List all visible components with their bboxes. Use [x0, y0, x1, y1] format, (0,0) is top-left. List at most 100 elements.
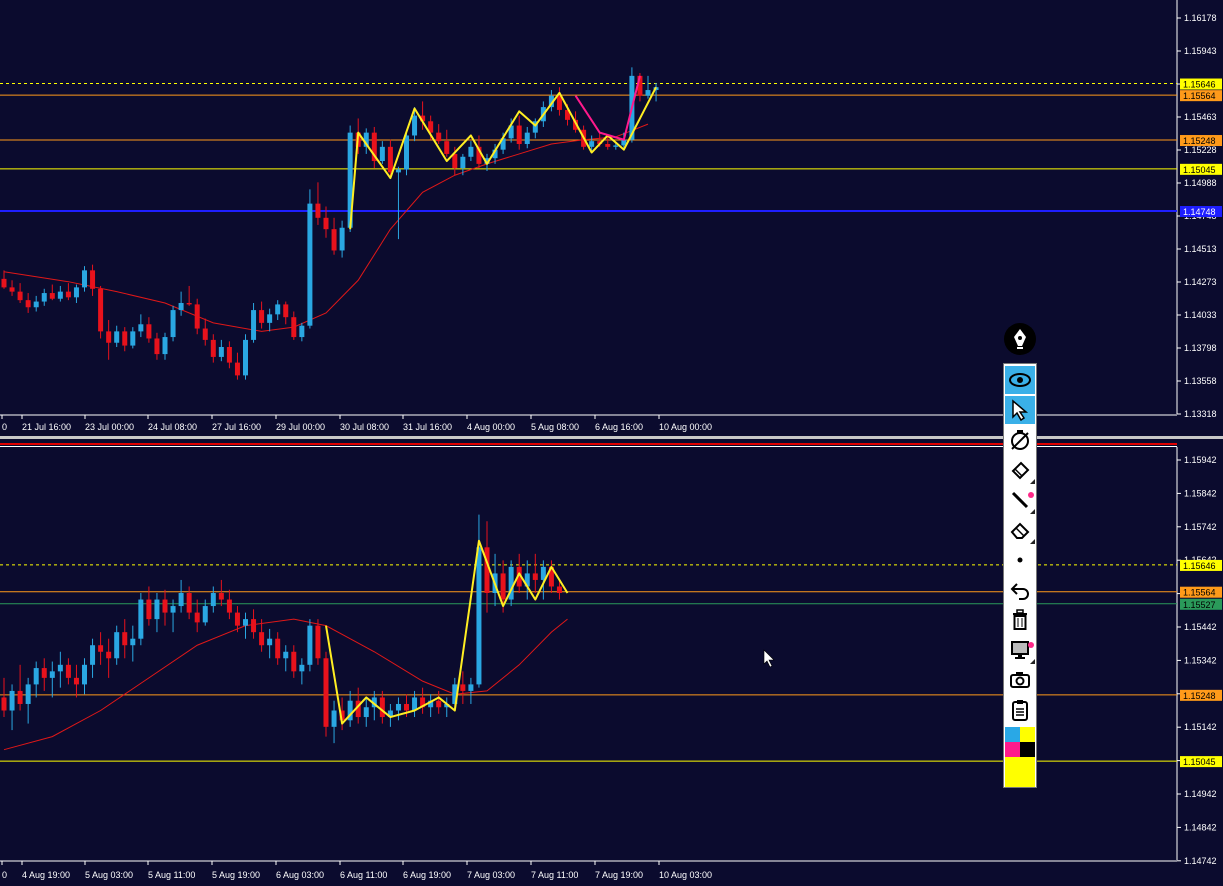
x-tick-label: 6 Aug 11:00 — [340, 870, 387, 880]
x-tick-label: 7 Aug 19:00 — [595, 870, 643, 880]
panel-separator — [0, 436, 1223, 439]
zigzag-line — [349, 86, 657, 230]
candle-body — [283, 304, 289, 318]
candle-body — [41, 293, 47, 302]
candle-body — [25, 300, 31, 308]
candle-body — [138, 324, 144, 332]
y-tick-label: 1.14513 — [1184, 244, 1217, 254]
x-tick-label: 29 Jul 00:00 — [276, 422, 325, 432]
candle-body — [307, 203, 313, 326]
candle-body — [251, 619, 257, 633]
cursor-button[interactable] — [1005, 396, 1035, 424]
candle-body — [605, 143, 611, 147]
submenu-corner-icon — [1030, 509, 1035, 514]
price-label: 1.15564 — [1183, 91, 1216, 101]
candle-body — [41, 668, 47, 678]
candle-body — [524, 132, 530, 144]
eraser-tag-icon — [1009, 459, 1031, 481]
undo-button[interactable] — [1005, 576, 1035, 604]
candle-body — [307, 625, 313, 665]
clipboard-button[interactable] — [1005, 696, 1035, 724]
charts-canvas: 1.161781.159431.157031.154631.152281.149… — [0, 0, 1223, 880]
candle-body — [57, 291, 63, 299]
candle-body — [468, 146, 474, 157]
candle-body — [210, 339, 216, 357]
candle-body — [234, 362, 240, 376]
candle-body — [178, 302, 184, 311]
color-swatch[interactable] — [1005, 727, 1020, 742]
candle-body — [331, 229, 337, 251]
eraser-tag-button[interactable] — [1005, 456, 1035, 484]
candle-body — [460, 156, 466, 169]
price-label: 1.15646 — [1183, 561, 1216, 571]
candle-body — [259, 310, 265, 323]
candle-body — [98, 288, 104, 332]
candle-body — [82, 664, 87, 685]
toolbar-panel — [1003, 363, 1037, 788]
x-tick-label: 10 Aug 03:00 — [659, 870, 712, 880]
candle-body — [178, 593, 184, 607]
candle-body — [395, 169, 401, 173]
candle-body — [468, 684, 474, 691]
color-swatch[interactable] — [1020, 727, 1035, 742]
candle-body — [299, 325, 305, 338]
candle-body — [25, 684, 31, 704]
monitor-button[interactable] — [1005, 636, 1035, 664]
candle-body — [57, 664, 63, 672]
y-tick-label: 1.15943 — [1184, 46, 1217, 56]
candle-body — [73, 287, 79, 298]
y-tick-label: 1.14988 — [1184, 178, 1217, 188]
cursor-icon — [1010, 399, 1030, 421]
y-tick-label: 1.13558 — [1184, 376, 1217, 386]
candle-body — [323, 217, 329, 230]
candle-body — [33, 668, 39, 685]
candle-body — [267, 314, 273, 323]
submenu-corner-icon — [1030, 659, 1035, 664]
candle-body — [404, 135, 409, 170]
candle-body — [589, 141, 595, 147]
candle-body — [17, 291, 23, 301]
y-tick-label: 1.15842 — [1184, 488, 1217, 498]
price-label: 1.15248 — [1183, 136, 1216, 146]
x-tick-label: 31 Jul 16:00 — [403, 422, 452, 432]
candle-body — [315, 625, 321, 659]
candle-body — [162, 337, 168, 355]
candle-body — [532, 573, 538, 580]
dot-button[interactable] — [1005, 546, 1035, 574]
color-swatch[interactable] — [1020, 742, 1035, 757]
candle-body — [186, 593, 192, 613]
candle-body — [49, 671, 55, 678]
eraser-button[interactable] — [1005, 516, 1035, 544]
price-label: 1.15527 — [1183, 600, 1216, 610]
submenu-corner-icon — [1030, 539, 1035, 544]
candle-body — [299, 664, 305, 672]
candle-body — [154, 338, 160, 355]
candle-body — [65, 664, 71, 678]
candle-body — [395, 703, 401, 711]
x-tick-label: 5 Aug 08:00 — [531, 422, 579, 432]
camera-button[interactable] — [1005, 666, 1035, 694]
color-swatch[interactable] — [1005, 757, 1035, 787]
candle-body — [234, 612, 240, 626]
x-tick-label: 10 Aug 00:00 — [659, 422, 712, 432]
chart-panel-bottom: 1.159421.158421.157421.156421.155421.154… — [0, 447, 1222, 880]
candle-body — [404, 703, 409, 711]
color-swatch[interactable] — [1005, 742, 1020, 757]
candle-body — [130, 638, 136, 646]
eye-button[interactable] — [1005, 366, 1035, 394]
candle-body — [33, 301, 39, 308]
y-tick-label: 1.15463 — [1184, 112, 1217, 122]
candle-body — [9, 690, 15, 711]
candle-body — [218, 346, 224, 357]
stopwatch-button[interactable] — [1005, 426, 1035, 454]
line-tool-button[interactable] — [1005, 486, 1035, 514]
y-tick-label: 1.14742 — [1184, 856, 1217, 866]
x-tick-label: 24 Jul 08:00 — [148, 422, 197, 432]
color-palette — [1005, 727, 1035, 787]
zigzag-line — [325, 539, 569, 725]
trash-button[interactable] — [1005, 606, 1035, 634]
pen-icon[interactable] — [1003, 322, 1037, 356]
candle-body — [170, 606, 176, 613]
candle-body — [315, 203, 321, 218]
y-tick-label: 1.14033 — [1184, 310, 1217, 320]
